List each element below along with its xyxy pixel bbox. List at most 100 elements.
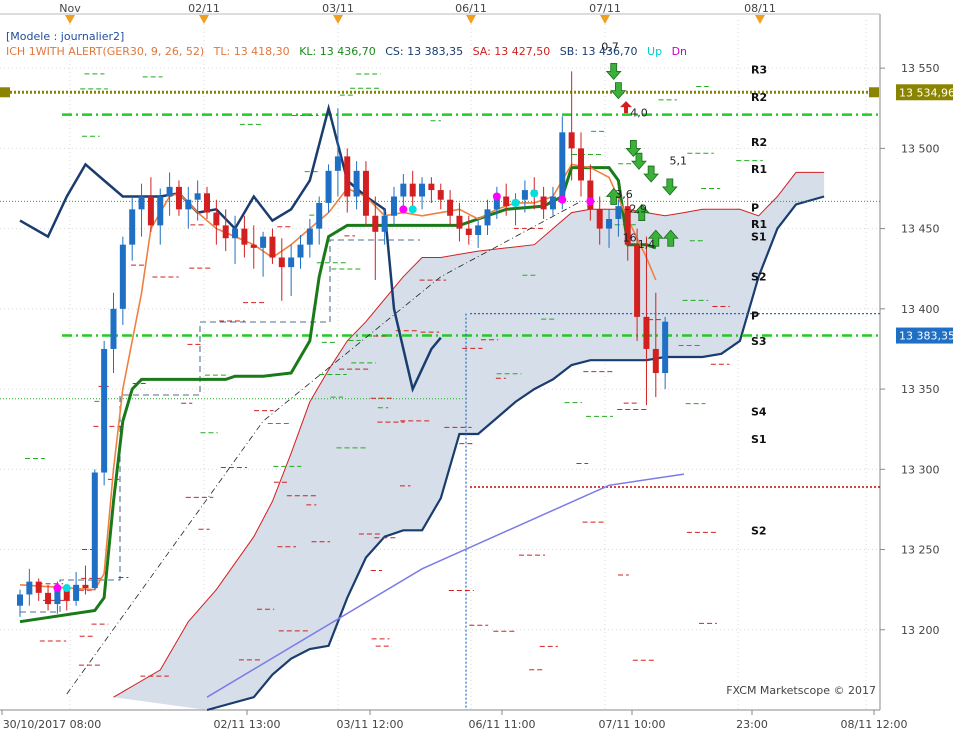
candle-up xyxy=(194,193,201,200)
pivot-label: S3 xyxy=(751,335,767,348)
candle-up xyxy=(475,225,482,236)
candle-up xyxy=(26,581,33,595)
candle-up xyxy=(297,244,304,258)
pivot-label: S1 xyxy=(751,231,767,244)
candle-down xyxy=(204,193,210,213)
candle-up xyxy=(232,228,239,239)
candle-up xyxy=(606,218,613,229)
candle-up xyxy=(391,196,397,216)
indicator-sa: SA: 13 427,50 xyxy=(473,45,551,58)
candle-down xyxy=(344,156,351,197)
y-tick-label: 13 250 xyxy=(901,544,940,557)
candle-down xyxy=(409,183,416,197)
bottom-date-label: 03/11 12:00 xyxy=(337,718,404,731)
candle-up xyxy=(549,196,556,210)
bottom-date-label: 02/11 13:00 xyxy=(214,718,281,731)
candle-up xyxy=(138,196,145,210)
bottom-date-label: 08/11 12:00 xyxy=(841,718,908,731)
signal-value-label: 3,6 xyxy=(615,188,633,201)
candle-down xyxy=(222,225,229,239)
pivot-label: R1 xyxy=(751,163,767,176)
indicator-legend: ICH 1WITH ALERT(GER30, 9, 26, 52) TL: 13… xyxy=(6,45,687,58)
candle-down xyxy=(447,199,454,216)
y-tick-label: 13 500 xyxy=(901,142,940,155)
candle-down xyxy=(428,183,435,191)
candle-down xyxy=(465,228,472,236)
pivot-label: R2 xyxy=(751,91,767,104)
pivot-label: R1 xyxy=(751,218,767,231)
indicator-cs: CS: 13 383,35 xyxy=(385,45,463,58)
pivot-label: S2 xyxy=(751,524,767,537)
cross-dot xyxy=(530,189,539,198)
y-tick-label: 13 200 xyxy=(901,624,940,637)
candle-down xyxy=(278,257,285,268)
y-tick-label: 13 350 xyxy=(901,383,940,396)
y-tick-label: 13 550 xyxy=(901,62,940,75)
candle-up xyxy=(91,472,98,589)
bottom-date-label: 06/11 11:00 xyxy=(469,718,536,731)
cross-dot xyxy=(492,192,501,201)
price-chart[interactable]: 0,74,05,13,6-2,916 1,4 13 20013 25013 300… xyxy=(0,0,953,736)
y-tick-label: 13 400 xyxy=(901,303,940,316)
bottom-date-label: 30/10/2017 08:00 xyxy=(3,718,102,731)
top-date-label: 08/11 xyxy=(744,2,776,15)
candle-down xyxy=(269,236,276,258)
candle-down xyxy=(241,228,248,245)
candle-up xyxy=(110,308,117,349)
candle-down xyxy=(250,244,257,248)
pivot-label: S1 xyxy=(751,433,767,446)
signal-value-label: -2,9 xyxy=(625,203,646,216)
pivot-label: P xyxy=(751,309,759,322)
candle-up xyxy=(400,183,407,197)
candle-up xyxy=(353,170,360,197)
candle-up xyxy=(17,594,23,606)
top-date-label: 06/11 xyxy=(455,2,487,15)
signal-value-label: 5,1 xyxy=(669,154,687,167)
indicator-dn: Dn xyxy=(672,45,687,58)
signal-value-label: 4,0 xyxy=(630,106,648,119)
candle-up xyxy=(129,209,136,245)
cross-dot xyxy=(558,195,567,204)
cross-dot xyxy=(53,584,62,593)
cross-dot xyxy=(399,205,408,214)
candle-up xyxy=(559,132,566,197)
cross-dot xyxy=(511,198,520,207)
candle-up xyxy=(185,199,192,210)
candle-down xyxy=(578,148,584,181)
top-date-label: 02/11 xyxy=(188,2,220,15)
indicator-kl: KL: 13 436,70 xyxy=(299,45,376,58)
signal-value-label: 1,4 xyxy=(638,238,656,251)
cross-dot xyxy=(408,205,417,214)
candle-up xyxy=(325,170,332,203)
y-tick-label: 13 300 xyxy=(901,463,940,476)
candle-up xyxy=(381,215,388,232)
price-tag-label: 13 383,35 xyxy=(899,330,953,343)
candle-up xyxy=(166,186,173,197)
price-axis: 13 200 13 250 13 300 13 350 13 400 13 450 13 5… xyxy=(880,62,940,637)
watermark: FXCM Marketscope © 2017 xyxy=(726,684,876,697)
bottom-date-label: 23:00 xyxy=(736,718,768,731)
candle-up xyxy=(119,244,126,309)
top-date-label: 03/11 xyxy=(322,2,354,15)
top-date-label: Nov xyxy=(59,2,81,15)
candle-up xyxy=(662,321,669,374)
pivot-label: R3 xyxy=(751,64,767,77)
candle-up xyxy=(306,228,313,245)
candle-up xyxy=(334,156,341,171)
candle-down xyxy=(213,212,220,226)
candle-down xyxy=(175,186,182,210)
candle-up xyxy=(73,584,80,601)
candle-up xyxy=(101,348,108,473)
candle-down xyxy=(35,581,42,593)
candle-down xyxy=(45,592,52,605)
candle-down xyxy=(652,348,659,374)
candle-up xyxy=(615,206,622,219)
top-date-label: 07/11 xyxy=(589,2,621,15)
cross-dot xyxy=(586,197,595,206)
signal-value-label: 16 xyxy=(623,231,637,244)
alert-level-right-handle xyxy=(869,87,879,98)
candle-down xyxy=(568,132,575,149)
candle-up xyxy=(484,209,491,226)
indicator-tl: TL: 13 418,30 xyxy=(213,45,290,58)
price-tag-label: 13 534,96 xyxy=(899,86,953,99)
